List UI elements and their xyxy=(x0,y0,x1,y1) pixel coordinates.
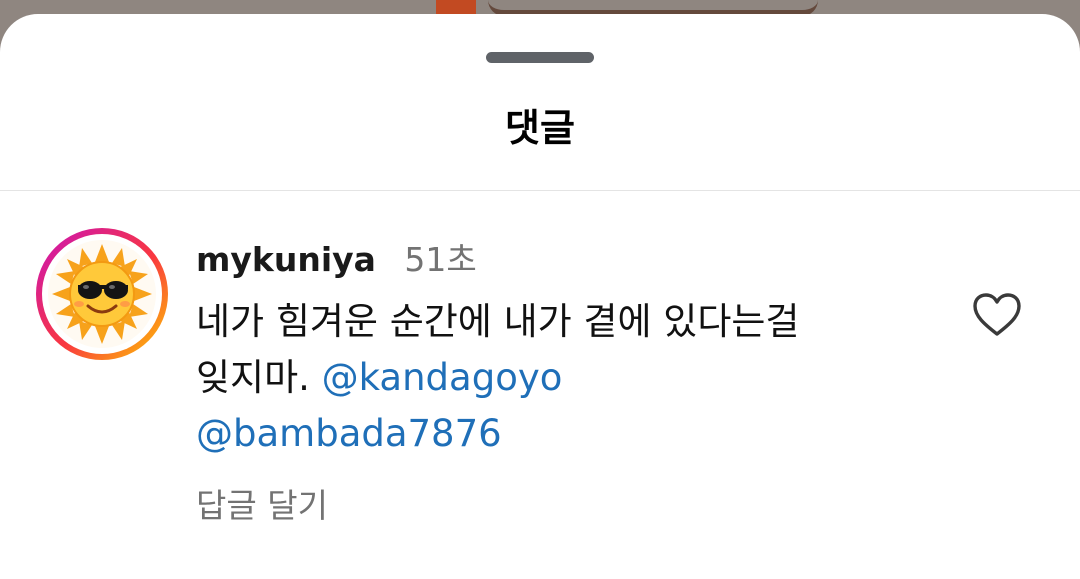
sun-sunglasses-icon xyxy=(48,240,156,348)
avatar[interactable] xyxy=(36,228,168,360)
avatar-ring-gap xyxy=(42,234,162,354)
comments-sheet: 댓글 mykuniya 51초 네가 힘겨운 순간에 내가 곁에 있다는걸 잊지… xyxy=(0,14,1080,579)
divider xyxy=(0,190,1080,191)
comment-text: 네가 힘겨운 순간에 내가 곁에 있다는걸 잊지마. @kandagoyo @b… xyxy=(196,294,936,462)
comment-meta: mykuniya 51초 xyxy=(196,236,936,284)
comment-text-line2: 잊지마. xyxy=(196,356,310,399)
mention-link-kandagoyo[interactable]: @kandagoyo xyxy=(322,356,563,399)
drag-handle[interactable] xyxy=(486,52,594,63)
username-link[interactable]: mykuniya xyxy=(196,240,376,279)
sheet-title: 댓글 xyxy=(505,106,575,150)
comment-item: mykuniya 51초 네가 힘겨운 순간에 내가 곁에 있다는걸 잊지마. … xyxy=(196,236,936,528)
timestamp: 51초 xyxy=(404,240,477,279)
mention-link-bambada7876[interactable]: @bambada7876 xyxy=(196,412,502,455)
comment-text-line1: 네가 힘겨운 순간에 내가 곁에 있다는걸 xyxy=(196,300,800,343)
reply-button[interactable]: 답글 달기 xyxy=(196,484,328,528)
heart-icon[interactable] xyxy=(972,292,1022,338)
